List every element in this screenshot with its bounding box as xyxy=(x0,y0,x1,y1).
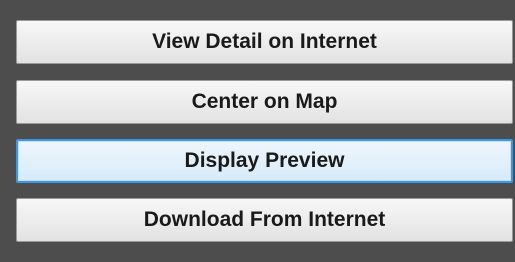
display-preview-label: Display Preview xyxy=(184,149,345,172)
action-button-panel: View Detail on Internet Center on Map Di… xyxy=(0,0,515,262)
download-from-internet-label: Download From Internet xyxy=(143,208,386,231)
center-on-map-label: Center on Map xyxy=(191,90,338,113)
view-detail-on-internet-label: View Detail on Internet xyxy=(152,30,377,53)
download-from-internet-button[interactable]: Download From Internet xyxy=(16,198,513,242)
center-on-map-button[interactable]: Center on Map xyxy=(16,80,513,124)
display-preview-button[interactable]: Display Preview xyxy=(16,139,513,183)
view-detail-on-internet-button[interactable]: View Detail on Internet xyxy=(16,20,513,64)
